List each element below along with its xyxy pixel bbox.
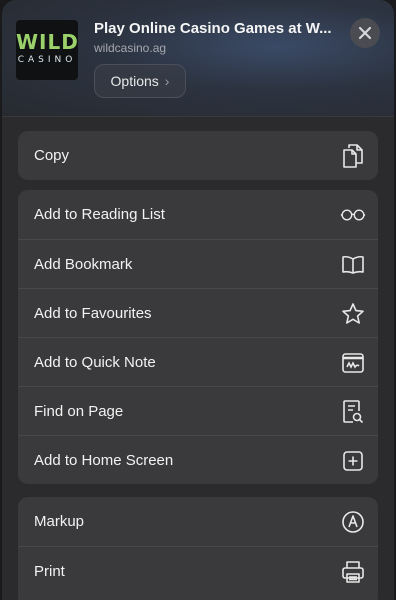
- menu-item-label: Add to Home Screen: [34, 451, 174, 469]
- logo-subword: CASINO: [17, 55, 77, 65]
- menu-item-label: Add to Quick Note: [34, 353, 156, 371]
- markup-pen-icon: [340, 509, 366, 535]
- site-logo: WILD CASINO: [16, 20, 78, 80]
- menu-item-label: Copy: [34, 147, 70, 164]
- chevron-right-icon: ›: [164, 73, 170, 89]
- menu-item-copy[interactable]: Copy: [18, 131, 378, 180]
- menu-item-add-favourites[interactable]: Add to Favourites: [18, 288, 378, 337]
- action-group-tools: Markup Print: [18, 497, 378, 600]
- share-header: WILD CASINO Play Online Casino Games at …: [2, 0, 394, 117]
- menu-item-print[interactable]: Print: [18, 546, 378, 595]
- find-doc-icon: [340, 399, 366, 425]
- menu-item-label: Add to Reading List: [34, 206, 165, 223]
- menu-item-add-home-screen[interactable]: Add to Home Screen: [18, 435, 378, 484]
- share-sheet: WILD CASINO Play Online Casino Games at …: [2, 0, 394, 600]
- options-button[interactable]: Options ›: [94, 64, 186, 98]
- star-icon: [340, 301, 366, 327]
- page-domain: wildcasino.ag: [94, 41, 167, 55]
- menu-item-label: Find on Page: [34, 402, 124, 420]
- logo-wordmark: WILD: [16, 30, 78, 54]
- close-button[interactable]: [350, 18, 380, 48]
- glasses-icon: [340, 202, 366, 228]
- page-title: Play Online Casino Games at W...: [94, 20, 332, 37]
- menu-item-quick-note[interactable]: Add to Quick Note: [18, 337, 378, 386]
- add-square-icon: [340, 448, 366, 474]
- quick-note-icon: [340, 350, 366, 376]
- menu-item-reading-list[interactable]: Add to Reading List: [18, 190, 378, 239]
- close-icon: [358, 26, 372, 40]
- action-group-page: Add to Reading List Add Bookmark Add to …: [18, 190, 378, 484]
- copy-icon: [340, 143, 366, 169]
- printer-icon: [340, 559, 366, 585]
- book-icon: [340, 252, 366, 278]
- action-group-copy: Copy: [18, 131, 378, 180]
- menu-item-label: Add Bookmark: [34, 255, 133, 273]
- menu-item-label: Markup: [34, 513, 85, 530]
- menu-item-add-bookmark[interactable]: Add Bookmark: [18, 239, 378, 288]
- options-label: Options: [110, 73, 159, 89]
- menu-item-markup[interactable]: Markup: [18, 497, 378, 546]
- menu-item-label: Print: [34, 562, 65, 580]
- menu-item-label: Add to Favourites: [34, 304, 152, 322]
- menu-item-find-on-page[interactable]: Find on Page: [18, 386, 378, 435]
